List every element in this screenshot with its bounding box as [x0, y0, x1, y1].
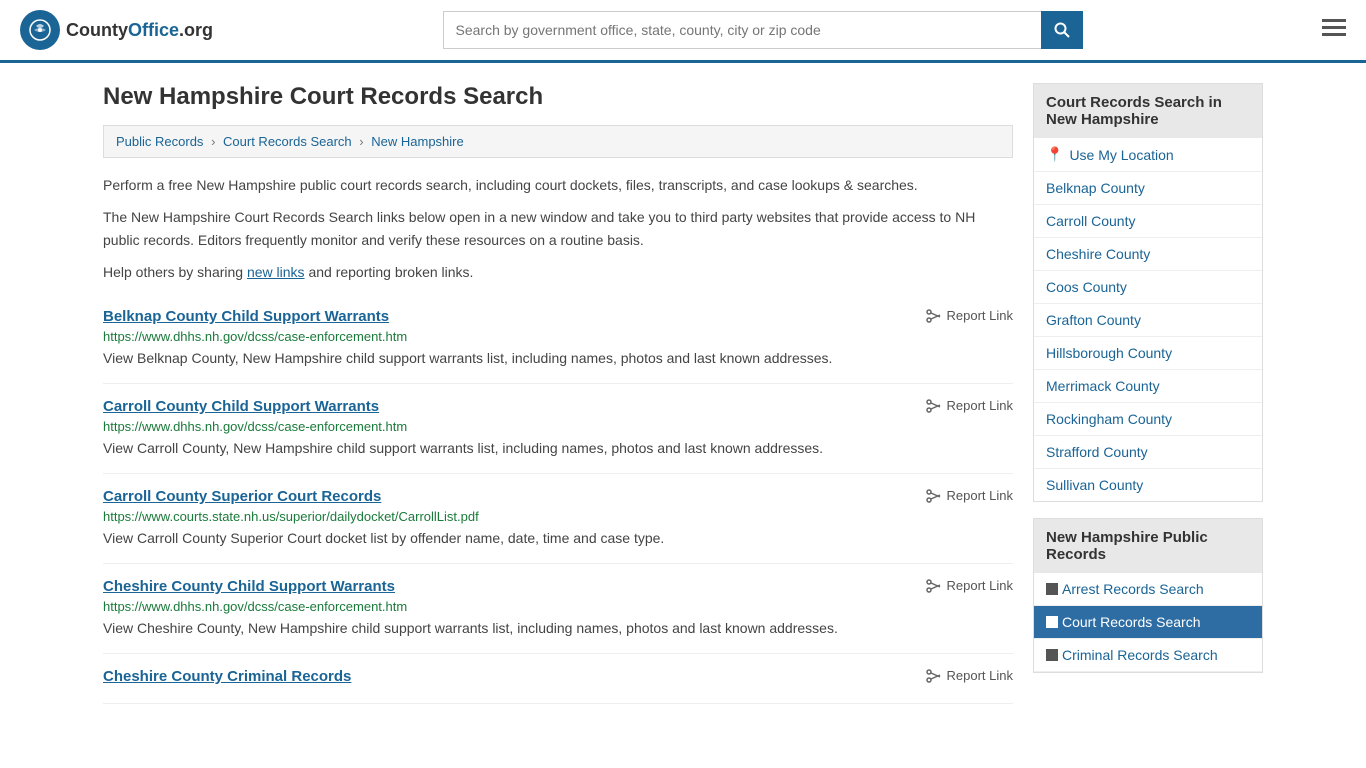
description-para3: Help others by sharing new links and rep… [103, 261, 1013, 283]
sidebar-item-strafford[interactable]: Strafford County [1034, 436, 1262, 469]
sidebar: Court Records Search in New Hampshire 📍 … [1033, 83, 1263, 704]
result-desc: View Cheshire County, New Hampshire chil… [103, 618, 1013, 639]
sidebar-section-counties: Court Records Search in New Hampshire 📍 … [1033, 83, 1263, 502]
use-my-location[interactable]: 📍 Use My Location [1034, 138, 1262, 172]
building-icon [1046, 616, 1058, 628]
scissors-icon [926, 668, 942, 684]
result-desc: View Carroll County Superior Court docke… [103, 528, 1013, 549]
sidebar-item-court-records[interactable]: Court Records Search [1034, 606, 1262, 639]
search-input[interactable] [443, 11, 1041, 49]
breadcrumb-court-records[interactable]: Court Records Search [223, 134, 352, 149]
scissors-icon [926, 578, 942, 594]
sidebar-item-sullivan[interactable]: Sullivan County [1034, 469, 1262, 501]
header: CountyOffice.org [0, 0, 1366, 63]
result-url: https://www.dhhs.nh.gov/dcss/case-enforc… [103, 599, 1013, 614]
result-item: Carroll County Child Support Warrants Re… [103, 384, 1013, 474]
result-item: Cheshire County Criminal Records Report … [103, 654, 1013, 704]
sidebar-item-arrest-records[interactable]: Arrest Records Search [1034, 573, 1262, 606]
result-title[interactable]: Belknap County Child Support Warrants [103, 308, 389, 325]
sidebar-item-rockingham[interactable]: Rockingham County [1034, 403, 1262, 436]
sidebar-item-hillsborough[interactable]: Hillsborough County [1034, 337, 1262, 370]
result-title[interactable]: Carroll County Superior Court Records [103, 488, 381, 505]
sidebar-item-belknap[interactable]: Belknap County [1034, 172, 1262, 205]
search-button[interactable] [1041, 11, 1083, 49]
report-link-button[interactable]: Report Link [926, 668, 1013, 684]
logo-area: CountyOffice.org [20, 10, 213, 50]
main-container: New Hampshire Court Records Search Publi… [83, 63, 1283, 724]
scissors-icon [926, 308, 942, 324]
content-area: New Hampshire Court Records Search Publi… [103, 83, 1013, 704]
description-para2: The New Hampshire Court Records Search l… [103, 206, 1013, 251]
result-desc: View Carroll County, New Hampshire child… [103, 438, 1013, 459]
sidebar-item-cheshire[interactable]: Cheshire County [1034, 238, 1262, 271]
sidebar-section-public-records: New Hampshire Public Records Arrest Reco… [1033, 518, 1263, 673]
page-title: New Hampshire Court Records Search [103, 83, 1013, 111]
sidebar-item-grafton[interactable]: Grafton County [1034, 304, 1262, 337]
result-url: https://www.dhhs.nh.gov/dcss/case-enforc… [103, 419, 1013, 434]
result-url: https://www.courts.state.nh.us/superior/… [103, 509, 1013, 524]
report-link-button[interactable]: Report Link [926, 308, 1013, 324]
sidebar-section2-title: New Hampshire Public Records [1034, 519, 1262, 573]
result-desc: View Belknap County, New Hampshire child… [103, 348, 1013, 369]
result-item: Cheshire County Child Support Warrants R… [103, 564, 1013, 654]
scissors-icon [926, 488, 942, 504]
sidebar-section1-title: Court Records Search in New Hampshire [1034, 84, 1262, 138]
sidebar-item-criminal-records[interactable]: Criminal Records Search [1034, 639, 1262, 672]
report-link-button[interactable]: Report Link [926, 578, 1013, 594]
new-links-link[interactable]: new links [247, 264, 305, 280]
criminal-icon [1046, 649, 1058, 661]
search-area [443, 11, 1083, 49]
pin-icon: 📍 [1046, 146, 1063, 163]
breadcrumb-public-records[interactable]: Public Records [116, 134, 203, 149]
logo-text: CountyOffice.org [66, 20, 213, 41]
description-para1: Perform a free New Hampshire public cour… [103, 174, 1013, 196]
scissors-icon [926, 398, 942, 414]
breadcrumb-sep2: › [359, 134, 363, 149]
hamburger-icon [1322, 19, 1346, 37]
breadcrumb-sep1: › [211, 134, 215, 149]
result-title[interactable]: Carroll County Child Support Warrants [103, 398, 379, 415]
breadcrumb: Public Records › Court Records Search › … [103, 125, 1013, 158]
report-link-button[interactable]: Report Link [926, 488, 1013, 504]
search-icon [1054, 22, 1070, 38]
sidebar-item-merrimack[interactable]: Merrimack County [1034, 370, 1262, 403]
menu-button[interactable] [1322, 17, 1346, 43]
breadcrumb-new-hampshire[interactable]: New Hampshire [371, 134, 463, 149]
logo-icon [20, 10, 60, 50]
sidebar-item-carroll[interactable]: Carroll County [1034, 205, 1262, 238]
result-url: https://www.dhhs.nh.gov/dcss/case-enforc… [103, 329, 1013, 344]
report-link-button[interactable]: Report Link [926, 398, 1013, 414]
sidebar-item-coos[interactable]: Coos County [1034, 271, 1262, 304]
result-item: Carroll County Superior Court Records Re… [103, 474, 1013, 564]
results-list: Belknap County Child Support Warrants Re… [103, 294, 1013, 704]
result-title[interactable]: Cheshire County Criminal Records [103, 668, 351, 685]
arrest-icon [1046, 583, 1058, 595]
use-my-location-link[interactable]: Use My Location [1069, 147, 1173, 163]
result-item: Belknap County Child Support Warrants Re… [103, 294, 1013, 384]
result-title[interactable]: Cheshire County Child Support Warrants [103, 578, 395, 595]
